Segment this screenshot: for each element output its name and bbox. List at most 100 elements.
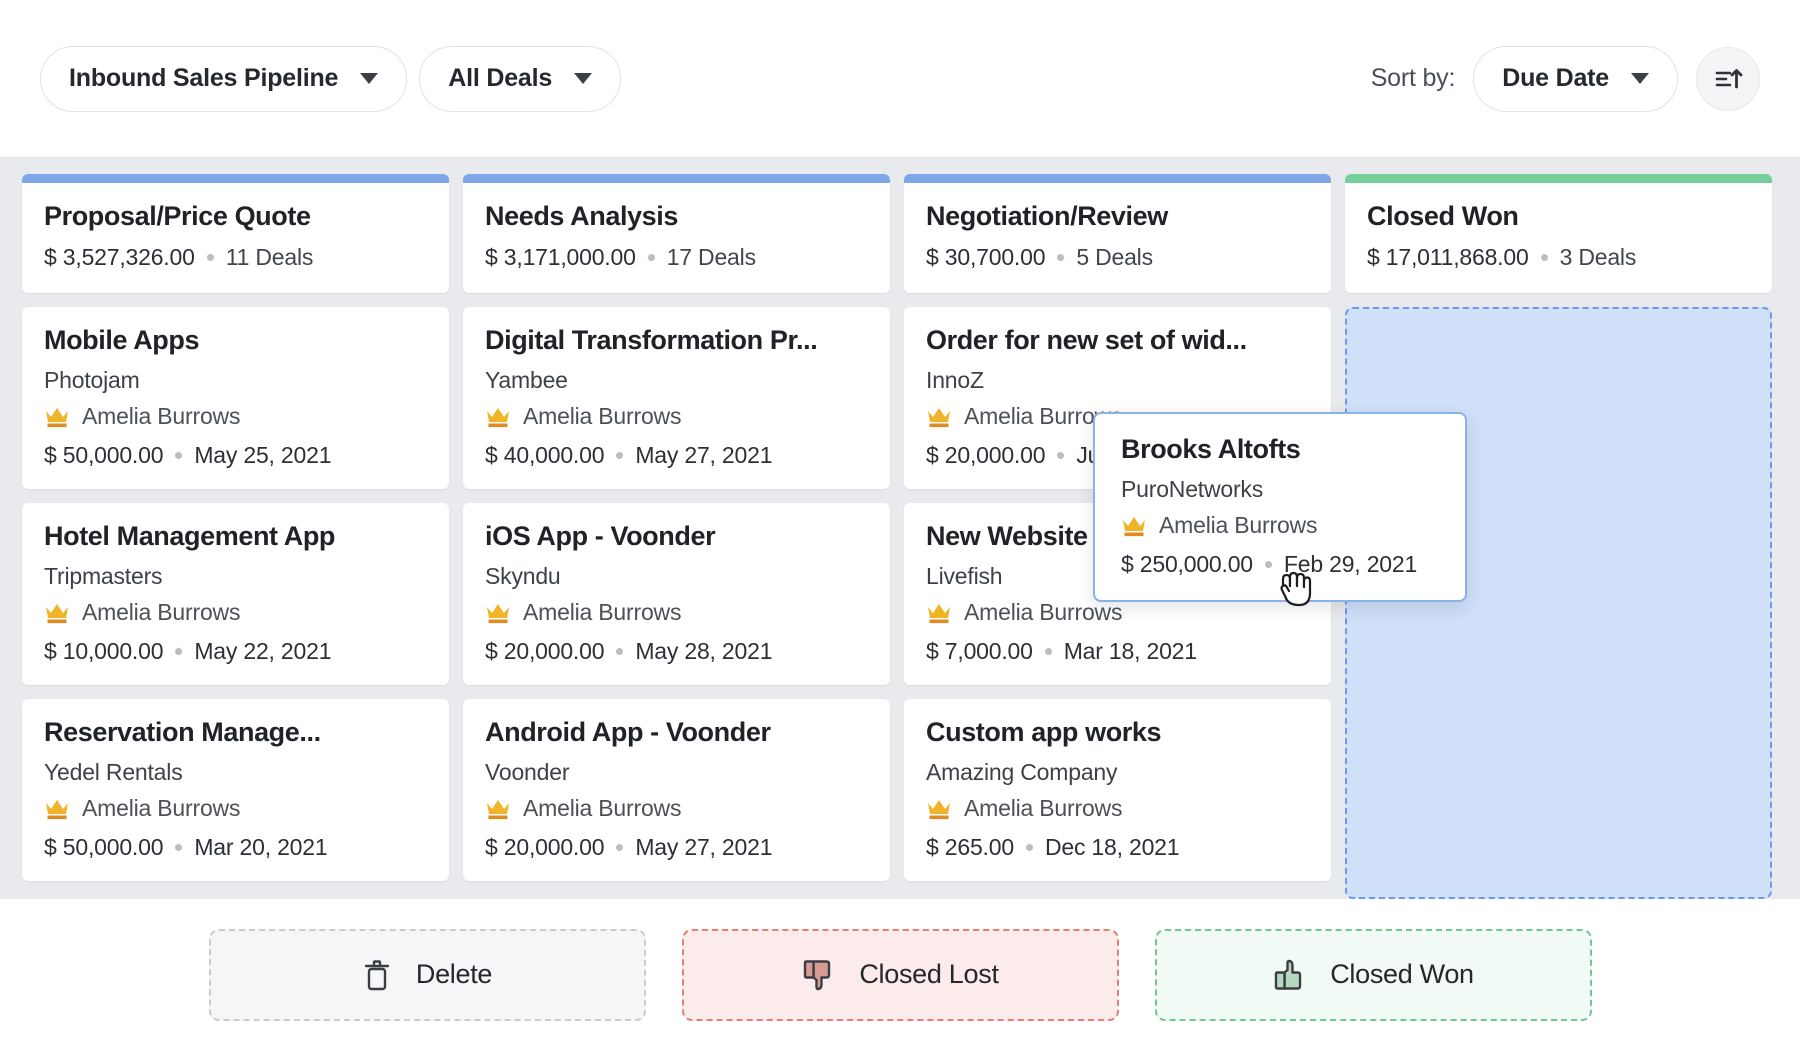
chevron-down-icon [360,73,378,84]
dot-separator-icon [1541,254,1548,261]
column-stage-stripe [904,174,1331,183]
closed-won-drop-button[interactable]: Closed Won [1155,929,1592,1021]
kanban-board: Proposal/Price Quote $ 3,527,326.00 11 D… [0,158,1800,899]
delete-drop-button[interactable]: Delete [209,929,646,1021]
deal-amount: $ 20,000.00 [485,834,604,861]
deal-owner: Amelia Burrows [44,599,427,626]
deal-card[interactable]: Digital Transformation Pr... Yambee Amel… [463,307,890,489]
thumbs-down-icon [801,958,835,992]
closed-lost-drop-button[interactable]: Closed Lost [682,929,1119,1021]
chevron-down-icon [1631,73,1649,84]
board-column-proposal-price-quote: Proposal/Price Quote $ 3,527,326.00 11 D… [22,174,449,899]
deal-card[interactable]: Reservation Manage... Yedel Rentals Amel… [22,699,449,881]
deal-account: Amazing Company [926,759,1309,786]
column-stage-stripe [1345,174,1772,183]
deal-card[interactable]: Hotel Management App Tripmasters Amelia … [22,503,449,685]
dot-separator-icon [175,648,182,655]
closed-won-drop-label: Closed Won [1330,959,1474,990]
deal-owner-name: Amelia Burrows [82,795,240,822]
deal-card[interactable]: Mobile Apps Photojam Amelia Burrows $ 50… [22,307,449,489]
deal-board-app: Inbound Sales Pipeline All Deals Sort by… [0,0,1800,1050]
crown-icon [926,798,952,820]
crown-icon [44,602,70,624]
column-header[interactable]: Closed Won $ 17,011,868.00 3 Deals [1345,174,1772,293]
thumbs-up-icon [1272,958,1306,992]
deal-title: Custom app works [926,717,1309,748]
column-amount: $ 3,171,000.00 [485,244,636,271]
deal-footer: $ 40,000.00 May 27, 2021 [485,442,868,469]
deal-amount: $ 20,000.00 [485,638,604,665]
deal-owner: Amelia Burrows [1121,512,1439,539]
deal-date: May 28, 2021 [635,638,772,665]
deal-card[interactable]: iOS App - Voonder Skyndu Amelia Burrows … [463,503,890,685]
column-header-body: Needs Analysis $ 3,171,000.00 17 Deals [463,183,890,293]
dot-separator-icon [175,452,182,459]
column-header[interactable]: Proposal/Price Quote $ 3,527,326.00 11 D… [22,174,449,293]
deal-amount: $ 40,000.00 [485,442,604,469]
sort-field-selector[interactable]: Due Date [1473,46,1678,112]
deal-footer: $ 20,000.00 May 27, 2021 [485,834,868,861]
deal-owner-name: Amelia Burrows [523,403,681,430]
dot-separator-icon [616,844,623,851]
deal-title: Android App - Voonder [485,717,868,748]
deal-card[interactable]: Android App - Voonder Voonder Amelia Bur… [463,699,890,881]
deal-title: Mobile Apps [44,325,427,356]
dot-separator-icon [1057,452,1064,459]
deal-footer: $ 50,000.00 May 25, 2021 [44,442,427,469]
crown-icon [926,406,952,428]
toolbar-left-group: Inbound Sales Pipeline All Deals [40,46,621,112]
deal-owner: Amelia Burrows [44,403,427,430]
deals-filter-selector[interactable]: All Deals [419,46,621,112]
deal-owner-name: Amelia Burrows [82,599,240,626]
crown-icon [44,406,70,428]
deal-owner: Amelia Burrows [485,403,868,430]
deal-amount: $ 50,000.00 [44,834,163,861]
drag-action-bar: Delete Closed Lost Closed Won [0,899,1800,1050]
deal-date: Dec 18, 2021 [1045,834,1179,861]
dot-separator-icon [1057,254,1064,261]
deal-owner: Amelia Burrows [44,795,427,822]
dot-separator-icon [616,452,623,459]
column-summary: $ 3,527,326.00 11 Deals [44,244,427,271]
dragged-deal-card[interactable]: Brooks Altofts PuroNetworks Amelia Burro… [1093,412,1467,602]
column-summary: $ 30,700.00 5 Deals [926,244,1309,271]
column-header[interactable]: Needs Analysis $ 3,171,000.00 17 Deals [463,174,890,293]
board-column-needs-analysis: Needs Analysis $ 3,171,000.00 17 Deals D… [463,174,890,899]
deal-owner-name: Amelia Burrows [523,599,681,626]
column-header[interactable]: Negotiation/Review $ 30,700.00 5 Deals [904,174,1331,293]
deal-amount: $ 10,000.00 [44,638,163,665]
column-title: Needs Analysis [485,201,868,232]
dot-separator-icon [175,844,182,851]
deal-owner-name: Amelia Burrows [964,599,1122,626]
deal-account: Skyndu [485,563,868,590]
deal-amount: $ 265.00 [926,834,1014,861]
deal-owner: Amelia Burrows [926,599,1309,626]
deal-card[interactable]: Custom app works Amazing Company Amelia … [904,699,1331,881]
crown-icon [926,602,952,624]
column-deals-count: 3 Deals [1560,244,1637,271]
deal-footer: $ 250,000.00 Feb 29, 2021 [1121,551,1439,578]
sort-direction-button[interactable] [1696,47,1760,111]
deal-footer: $ 50,000.00 Mar 20, 2021 [44,834,427,861]
deal-owner-name: Amelia Burrows [964,795,1122,822]
deal-amount: $ 20,000.00 [926,442,1045,469]
column-header-body: Proposal/Price Quote $ 3,527,326.00 11 D… [22,183,449,293]
pipeline-selector[interactable]: Inbound Sales Pipeline [40,46,407,112]
column-title: Closed Won [1367,201,1750,232]
deal-account: InnoZ [926,367,1309,394]
column-summary: $ 17,011,868.00 3 Deals [1367,244,1750,271]
deal-amount: $ 50,000.00 [44,442,163,469]
deal-footer: $ 7,000.00 Mar 18, 2021 [926,638,1309,665]
deal-owner: Amelia Burrows [926,795,1309,822]
deal-owner: Amelia Burrows [485,599,868,626]
crown-icon [485,798,511,820]
chevron-down-icon [574,73,592,84]
crown-icon [485,406,511,428]
deal-account: PuroNetworks [1121,476,1439,503]
dot-separator-icon [648,254,655,261]
sort-by-label: Sort by: [1371,64,1456,93]
closed-lost-drop-label: Closed Lost [859,959,998,990]
drop-zone-placeholder[interactable] [1345,307,1772,899]
dot-separator-icon [1265,561,1272,568]
column-amount: $ 17,011,868.00 [1367,244,1529,271]
